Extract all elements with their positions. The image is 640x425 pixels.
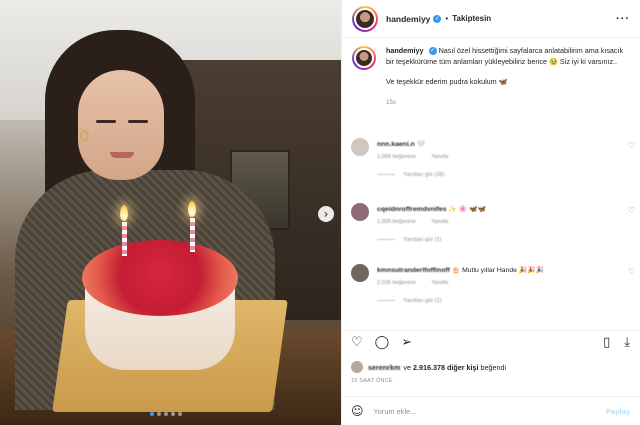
likes-connector: ve [403, 362, 411, 372]
reply-button[interactable]: Yanıtla [431, 154, 448, 160]
comment-icon[interactable]: ◯ [375, 335, 390, 350]
reply-button[interactable]: Yanıtla [431, 219, 448, 225]
comment-text: kmnsutranderlfoffinoff 🎂 Mutlu yıllar Ha… [377, 266, 544, 274]
caption-body: handemiyy ✓ Nasıl özel hissettiğimi sayf… [386, 46, 630, 130]
photo-flame-right [188, 201, 196, 217]
photo-candle-right [190, 218, 195, 252]
heart-icon[interactable]: ♡ [351, 335, 363, 350]
following-button[interactable]: Takiptesin [452, 14, 491, 23]
comment-username[interactable]: kmnsutranderlfoffinoff [377, 267, 450, 274]
comment-likes[interactable]: 1.005 beğenme [377, 219, 416, 225]
heart-icon[interactable]: ♡ [628, 267, 635, 276]
carousel-dot [171, 412, 175, 416]
avatar[interactable] [351, 361, 363, 373]
posted-time: 15 SAAT ÖNCE [351, 378, 393, 384]
comment-body: ✨ 🌸 🦋🦋 [448, 206, 487, 213]
view-replies-button[interactable]: Yanıtları gör (28) [377, 172, 445, 178]
view-replies-button[interactable]: Yanıtları gör (1) [377, 298, 441, 304]
caption-avatar[interactable] [352, 46, 376, 70]
caption-username[interactable]: handemiyy [386, 46, 424, 55]
caption-text-line2: Ve teşekkür ederim pudra kokulum 🦋 [386, 77, 508, 86]
comment-likes[interactable]: 2.035 beğenme [377, 280, 416, 286]
smiley-icon[interactable]: ☺ [351, 404, 364, 418]
photo-earring [80, 130, 89, 142]
carousel-dot [157, 412, 161, 416]
add-comment-bar: ☺ Paylaş [341, 396, 640, 425]
comment-meta: 2.035 beğenme Yanıtla [377, 280, 462, 286]
post-header: handemiyy ✓ • Takiptesin ··· [342, 0, 640, 38]
photo-cake-berries [82, 240, 238, 316]
comment-username[interactable]: nnn.kaeni.n [377, 141, 415, 148]
post-caption: handemiyy ✓ Nasıl özel hissettiğimi sayf… [342, 38, 640, 130]
photo-eye-left [96, 120, 116, 123]
comment-meta: 1.056 beğenme Yanıtla [377, 154, 462, 160]
carousel-dot [178, 412, 182, 416]
view-replies-button[interactable]: Yanıtları gör (1) [377, 237, 441, 243]
post-photo[interactable]: › [0, 0, 341, 425]
send-icon[interactable]: ➢ [401, 335, 412, 350]
comment-username[interactable]: cqeidnroffremdvnifes [377, 206, 447, 213]
photo-lips [110, 152, 134, 158]
avatar[interactable] [351, 264, 369, 282]
comment-meta: 1.005 beğenme Yanıtla [377, 219, 462, 225]
photo-candle-left [122, 222, 127, 256]
carousel-dot [164, 412, 168, 416]
carousel-dots [150, 412, 182, 416]
liker-username[interactable]: serenrkm [368, 363, 400, 372]
reply-button[interactable]: Yanıtla [431, 280, 448, 286]
photo-flame-left [120, 205, 128, 221]
likes-summary: serenrkm ve 2.916.378 diğer kişi beğendi [351, 360, 631, 374]
post-comment-button[interactable]: Paylaş [606, 407, 630, 416]
heart-icon[interactable]: ♡ [628, 206, 635, 215]
download-icon[interactable]: ⤓ [624, 335, 630, 350]
photo-face [78, 70, 164, 180]
comment-likes[interactable]: 1.056 beğenme [377, 154, 416, 160]
comment-text: nnn.kaeni.n 🤍 [377, 140, 425, 148]
comment-body: 🎂 Mutlu yıllar Hande 🎉🎉🎉 [451, 267, 545, 274]
header-separator: • [445, 14, 449, 23]
comment-input[interactable] [373, 406, 584, 416]
caption-time: 15s [386, 98, 396, 106]
avatar[interactable] [352, 5, 378, 32]
verified-badge-icon: ✓ [428, 47, 437, 56]
verified-badge-icon: ✓ [433, 14, 442, 23]
comment-text: cqeidnroffremdvnifes ✨ 🌸 🦋🦋 [377, 205, 486, 213]
carousel-dot [150, 412, 154, 416]
heart-icon[interactable]: ♡ [628, 141, 635, 150]
header-username[interactable]: handemiyy [386, 14, 430, 24]
avatar[interactable] [351, 138, 369, 156]
likes-count[interactable]: 2.916.378 diğer kişi [413, 363, 479, 372]
action-bar: ♡ ◯ ➢ ▯ ⤓ [341, 330, 640, 354]
chevron-right-icon[interactable]: › [318, 206, 334, 222]
more-horizontal-icon[interactable]: ··· [616, 13, 630, 25]
likes-suffix: beğendi [480, 362, 507, 372]
photo-eye-right [128, 120, 148, 123]
avatar[interactable] [351, 203, 369, 221]
comment-body: 🤍 [416, 141, 426, 148]
bookmark-icon[interactable]: ▯ [603, 335, 610, 350]
